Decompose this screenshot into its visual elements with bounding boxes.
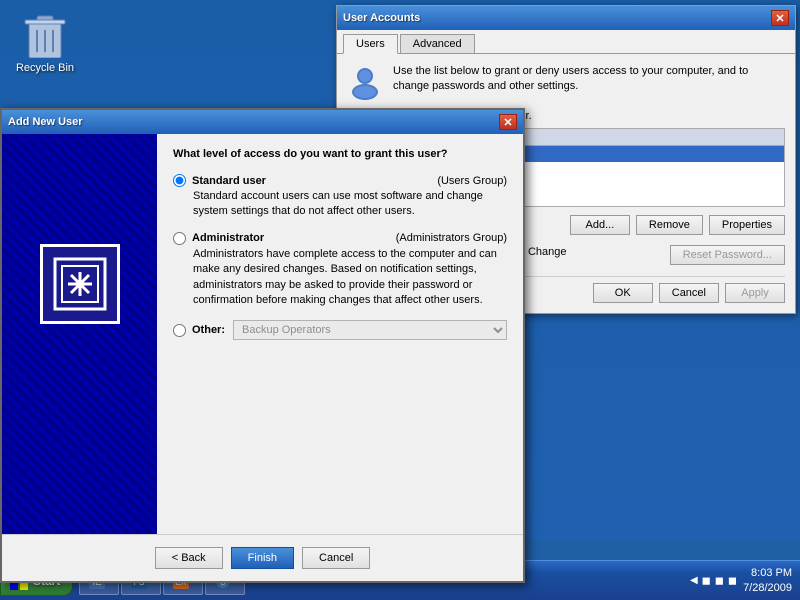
user-accounts-titlebar: User Accounts ✕: [337, 6, 795, 30]
administrator-option: Administrator (Administrators Group) Adm…: [173, 232, 507, 309]
add-new-user-dialog: Add New User ✕: [0, 108, 525, 583]
clock-date: 7/28/2009: [743, 581, 792, 595]
dialog-footer: < Back Finish Cancel: [2, 534, 523, 581]
reset-password-button[interactable]: Reset Password...: [670, 245, 785, 265]
recycle-bin-label: Recycle Bin: [16, 62, 74, 74]
administrator-label: Administrator: [192, 232, 264, 244]
add-user-title: Add New User: [8, 116, 83, 128]
cancel-button[interactable]: Cancel: [659, 283, 719, 303]
tray-icon-2: ◼: [715, 574, 724, 587]
ok-button[interactable]: OK: [593, 283, 653, 303]
dialog-main: What level of access do you want to gran…: [157, 134, 523, 534]
user-accounts-tab-bar: Users Advanced: [337, 30, 795, 54]
tray-icons: ◀ ◼ ◼ ◼: [690, 574, 737, 587]
other-label: Other:: [192, 324, 225, 336]
finish-button[interactable]: Finish: [231, 547, 294, 569]
standard-user-label: Standard user: [192, 175, 266, 187]
administrator-desc: Administrators have complete access to t…: [193, 247, 507, 309]
standard-user-label-row: Standard user (Users Group): [173, 174, 507, 187]
back-button[interactable]: < Back: [155, 547, 223, 569]
administrator-label-row: Administrator (Administrators Group): [173, 232, 507, 245]
user-accounts-title: User Accounts: [343, 12, 420, 24]
administrator-group: (Administrators Group): [396, 232, 507, 244]
dialog-body: What level of access do you want to gran…: [2, 134, 523, 534]
properties-button[interactable]: Properties: [709, 215, 785, 235]
user-accounts-icon: [347, 64, 383, 100]
user-wizard-icon: [40, 244, 120, 324]
standard-user-option: Standard user (Users Group) Standard acc…: [173, 174, 507, 220]
dialog-sidebar: [2, 134, 157, 534]
window-desc-row: Use the list below to grant or deny user…: [347, 64, 785, 100]
add-user-titlebar: Add New User ✕: [2, 110, 523, 134]
add-user-close-button[interactable]: ✕: [499, 114, 517, 130]
tray-icon-3: ◼: [728, 574, 737, 587]
window-description: Use the list below to grant or deny user…: [393, 64, 785, 95]
other-radio[interactable]: [173, 324, 186, 337]
system-tray: ◀ ◼ ◼ ◼ 8:03 PM 7/28/2009: [682, 566, 800, 595]
administrator-radio[interactable]: [173, 232, 186, 245]
tab-users[interactable]: Users: [343, 34, 398, 54]
tray-icon-1: ◼: [702, 574, 711, 587]
dialog-question: What level of access do you want to gran…: [173, 148, 507, 160]
remove-button[interactable]: Remove: [636, 215, 703, 235]
user-accounts-close-button[interactable]: ✕: [771, 10, 789, 26]
tray-chevron[interactable]: ◀: [690, 575, 698, 586]
apply-button[interactable]: Apply: [725, 283, 785, 303]
clock-time: 8:03 PM: [743, 566, 792, 580]
recycle-bin-icon[interactable]: Recycle Bin: [10, 10, 80, 74]
desktop: Recycle Bin User Accounts ✕ Users Advanc…: [0, 0, 800, 540]
tab-advanced[interactable]: Advanced: [400, 34, 475, 53]
standard-user-desc: Standard account users can use most soft…: [193, 189, 507, 220]
sidebar-pattern: [2, 134, 157, 534]
standard-user-group: (Users Group): [437, 175, 507, 187]
other-option: Other: Backup Operators: [173, 320, 507, 340]
standard-user-radio[interactable]: [173, 174, 186, 187]
dialog-cancel-button[interactable]: Cancel: [302, 547, 370, 569]
other-select[interactable]: Backup Operators: [233, 320, 507, 340]
system-clock: 8:03 PM 7/28/2009: [743, 566, 792, 595]
add-button[interactable]: Add...: [570, 215, 630, 235]
